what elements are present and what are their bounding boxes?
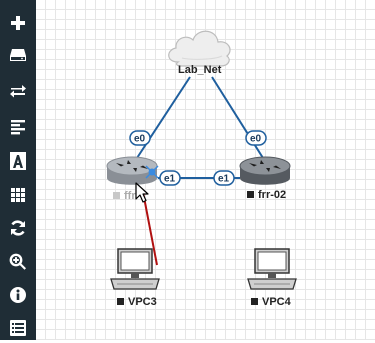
lab-details-button[interactable] (0, 313, 36, 343)
status-button[interactable] (0, 280, 36, 310)
topology-diagram: Lab_Net e0 e0 e1 e1 ffr frr-02 VPC3 VPC4 (106, 30, 297, 308)
router-icon[interactable] (239, 156, 291, 185)
text-a-icon (10, 152, 26, 170)
zoom-in-icon (9, 253, 26, 270)
more-actions-button[interactable] (0, 180, 36, 210)
link-net-frr02[interactable] (211, 76, 264, 159)
node-status-indicator (251, 298, 258, 305)
svg-text:e1: e1 (164, 174, 176, 185)
node-status-indicator (247, 191, 254, 198)
mouse-cursor-icon (135, 182, 149, 203)
cloud-network-icon[interactable] (168, 30, 231, 67)
text-objects-button[interactable] (0, 146, 36, 176)
svg-text:e0: e0 (250, 134, 262, 145)
node-label-frr01: ffr (124, 190, 136, 202)
add-object-button[interactable] (0, 8, 36, 38)
info-icon (10, 287, 26, 303)
node-status-indicator (117, 298, 124, 305)
svg-text:e1: e1 (218, 174, 230, 185)
align-left-icon (11, 120, 25, 135)
interface-badge-frr02-e0: e0 (245, 130, 267, 146)
node-label-vpc4: VPC4 (262, 296, 292, 308)
startup-configs-button[interactable] (0, 112, 36, 142)
networks-button[interactable] (0, 76, 36, 106)
node-label-vpc3: VPC3 (128, 296, 157, 308)
node-label-frr02: frr-02 (258, 189, 286, 201)
interface-badge-frr01-e1: e1 (159, 170, 181, 186)
interface-badge-frr01-e0: e0 (129, 130, 151, 146)
pc-icon[interactable] (110, 248, 160, 290)
interface-badge-frr02-e1: e1 (213, 170, 235, 186)
plus-icon (11, 16, 25, 30)
zoom-button[interactable] (0, 247, 36, 277)
sidebar (0, 0, 36, 340)
topology-canvas[interactable]: Lab_Net e0 e0 e1 e1 ffr frr-02 VPC3 VPC4 (36, 0, 375, 340)
svg-text:e0: e0 (134, 134, 146, 145)
refresh-button[interactable] (0, 213, 36, 243)
swap-arrows-icon (10, 85, 26, 98)
node-status-indicator (113, 192, 120, 199)
pc-icon[interactable] (247, 248, 297, 290)
network-label: Lab_Net (178, 64, 222, 76)
grid-icon (11, 188, 25, 202)
nodes-button[interactable] (0, 40, 36, 70)
list-icon (10, 320, 26, 336)
link-net-frr01[interactable] (136, 76, 191, 159)
refresh-icon (11, 220, 25, 236)
storage-drive-icon (10, 49, 26, 61)
